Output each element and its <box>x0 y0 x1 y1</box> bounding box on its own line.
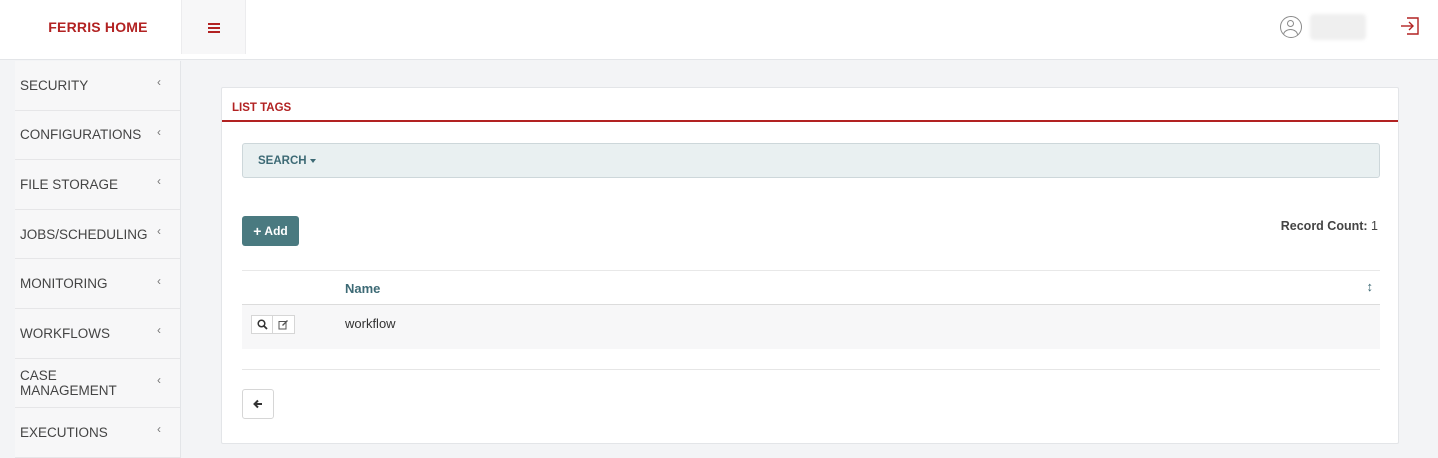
tag-name-cell: workflow <box>345 316 396 331</box>
edit-button[interactable] <box>273 315 295 334</box>
sort-vertical-icon[interactable]: ↕ <box>1367 279 1374 294</box>
row-actions <box>251 315 295 334</box>
app: FERRIS HOME SECURITY ‹ CONFIGURATIONS ‹ … <box>0 0 1438 458</box>
sidebar: SECURITY ‹ CONFIGURATIONS ‹ FILE STORAGE… <box>15 61 181 458</box>
sidebar-item-monitoring[interactable]: MONITORING ‹ <box>15 259 180 309</box>
list-tags-panel: LIST TAGS SEARCH + Add Record Count: 1 N… <box>221 87 1399 444</box>
sidebar-item-label: WORKFLOWS <box>20 325 110 341</box>
search-icon <box>256 319 268 330</box>
search-label: SEARCH <box>258 154 307 167</box>
caret-down-icon <box>309 158 316 163</box>
chevron-left-icon: ‹ <box>157 372 161 387</box>
top-bar: FERRIS HOME <box>0 0 1438 60</box>
sidebar-item-label: CASE MANAGEMENT <box>20 367 117 398</box>
sign-out-icon[interactable] <box>1399 15 1421 37</box>
panel-header: LIST TAGS <box>222 88 1398 122</box>
sidebar-item-security[interactable]: SECURITY ‹ <box>15 61 180 111</box>
sidebar-item-executions[interactable]: EXECUTIONS ‹ <box>15 408 180 458</box>
edit-icon <box>278 320 288 330</box>
sidebar-item-label: CONFIGURATIONS <box>20 127 142 143</box>
table-row: workflow <box>242 305 1380 349</box>
column-header-name[interactable]: Name <box>345 281 380 296</box>
sidebar-item-case-management[interactable]: CASE MANAGEMENT ‹ <box>15 359 180 409</box>
plus-icon: + <box>253 223 262 239</box>
sidebar-item-file-storage[interactable]: FILE STORAGE ‹ <box>15 160 180 210</box>
chevron-left-icon: ‹ <box>157 124 161 139</box>
page-title: LIST TAGS <box>232 102 292 114</box>
brand-link[interactable]: FERRIS HOME <box>15 0 181 54</box>
sidebar-item-label: SECURITY <box>20 77 89 93</box>
tags-table: Name ↕ workflow <box>242 270 1380 349</box>
sidebar-item-label: MONITORING <box>20 276 108 292</box>
sidebar-item-workflows[interactable]: WORKFLOWS ‹ <box>15 309 180 359</box>
view-button[interactable] <box>251 315 273 334</box>
chevron-left-icon: ‹ <box>157 174 161 189</box>
record-count-value: 1 <box>1371 219 1378 233</box>
record-count-label: Record Count: <box>1280 219 1368 233</box>
back-button[interactable] <box>242 389 274 419</box>
menu-toggle-button[interactable] <box>181 0 246 54</box>
chevron-left-icon: ‹ <box>157 224 161 239</box>
sidebar-item-label: FILE STORAGE <box>20 176 119 192</box>
add-button[interactable]: + Add <box>242 216 299 246</box>
table-header: Name ↕ <box>242 270 1380 305</box>
arrow-left-icon <box>253 399 262 409</box>
sidebar-item-label: EXECUTIONS <box>20 424 108 440</box>
sidebar-item-jobs-scheduling[interactable]: JOBS/SCHEDULING ‹ <box>15 210 180 260</box>
sidebar-item-label: JOBS/SCHEDULING <box>20 226 148 242</box>
chevron-left-icon: ‹ <box>157 422 161 437</box>
chevron-left-icon: ‹ <box>157 75 161 90</box>
divider <box>242 369 1380 370</box>
chevron-left-icon: ‹ <box>157 323 161 338</box>
sidebar-item-configurations[interactable]: CONFIGURATIONS ‹ <box>15 111 180 161</box>
chevron-left-icon: ‹ <box>157 273 161 288</box>
hamburger-menu-icon <box>207 22 220 33</box>
user-circle-icon[interactable] <box>1280 16 1302 38</box>
record-count: Record Count: 1 <box>1281 219 1378 233</box>
user-name[interactable] <box>1310 14 1366 40</box>
add-button-label: Add <box>264 224 288 238</box>
search-toggle[interactable]: SEARCH <box>242 143 1380 178</box>
